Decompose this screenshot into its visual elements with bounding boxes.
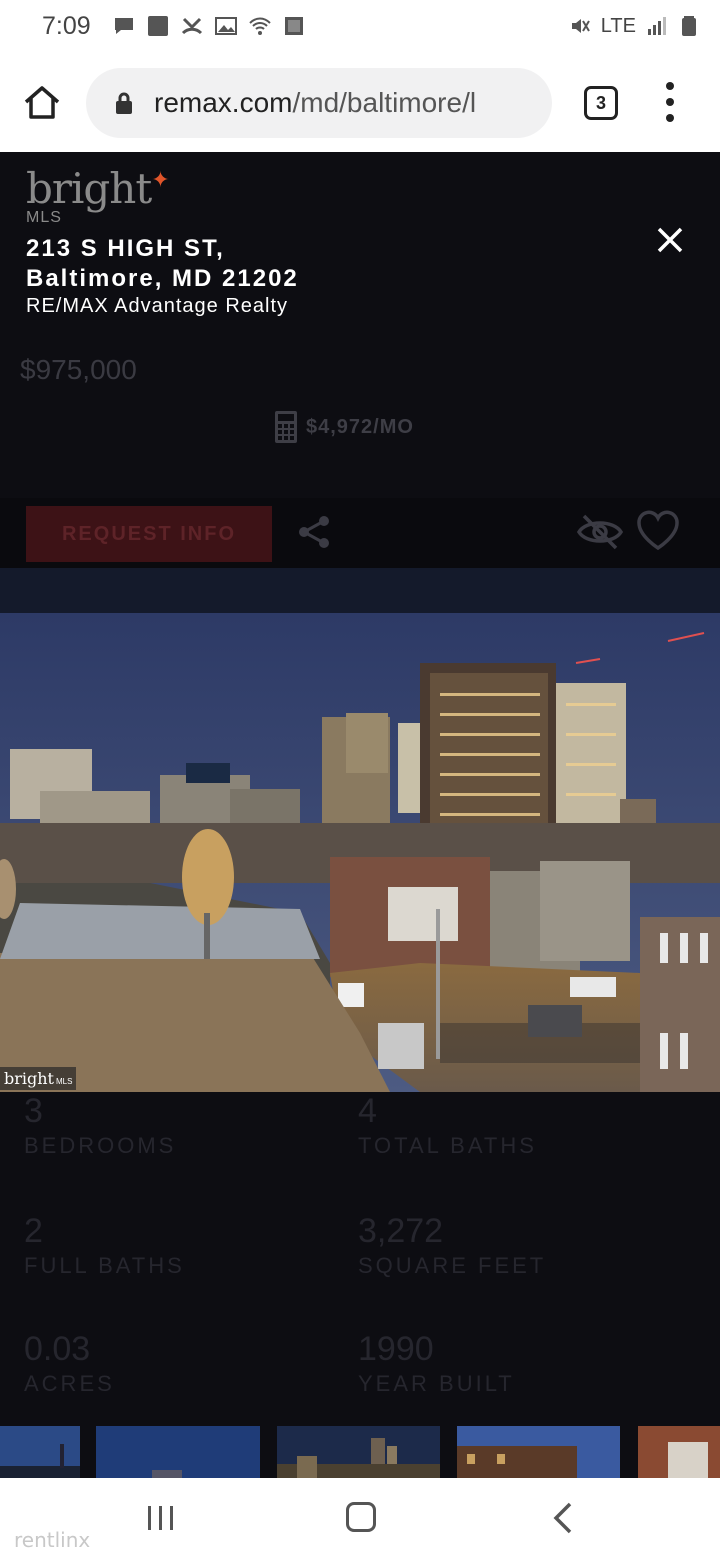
brand-star-icon: ✦: [151, 167, 170, 192]
system-nav-bar: rentlinx: [0, 1478, 720, 1560]
address-bar[interactable]: remax.com/md/baltimore/l: [86, 68, 552, 138]
brand-name: bright: [26, 164, 152, 213]
photo-watermark-sub: MLS: [55, 1077, 73, 1086]
url-path: /md/baltimore/l: [292, 87, 477, 118]
signal-icon: [648, 17, 666, 35]
network-type: LTE: [600, 14, 636, 37]
listing-photo[interactable]: bright MLS: [0, 613, 720, 1092]
photo-thumbnail[interactable]: [96, 1426, 260, 1478]
lock-icon: [116, 92, 132, 114]
battery-icon: [682, 16, 696, 36]
notification-icons: [113, 15, 305, 37]
stat-label: BEDROOMS: [24, 1133, 177, 1158]
stat-value: 4: [358, 1092, 377, 1130]
tab-count: 3: [595, 92, 606, 113]
stat-total-baths: 4 TOTAL BATHS: [358, 1092, 678, 1159]
photo-thumbnail-strip: [0, 1426, 720, 1478]
photo-watermark: bright MLS: [0, 1067, 77, 1090]
stat-label: ACRES: [24, 1371, 115, 1396]
recent-apps-icon[interactable]: [146, 1504, 176, 1532]
stat-label: SQUARE FEET: [358, 1253, 547, 1278]
photo-thumbnail[interactable]: [277, 1426, 440, 1478]
stat-value: 0.03: [24, 1330, 91, 1368]
bright-mls-logo: bright✦ MLS: [26, 164, 170, 227]
listing-price: $975,000: [20, 354, 137, 385]
photo-thumbnail[interactable]: [457, 1426, 620, 1478]
tab-switcher-button[interactable]: 3: [584, 86, 618, 120]
listing-address: 213 S HIGH ST, Baltimore, MD 21202: [26, 234, 299, 294]
city-skyline-photo: [0, 613, 720, 1092]
url-text: remax.com/md/baltimore/l: [154, 87, 476, 119]
status-bar: 7:09 LTE: [0, 0, 720, 52]
photo-thumbnail[interactable]: [0, 1426, 80, 1478]
home-icon[interactable]: [22, 84, 62, 120]
gallery-header-band: [0, 568, 720, 614]
stat-full-baths: 2 FULL BATHS: [24, 1212, 344, 1279]
stat-value: 1990: [358, 1330, 434, 1368]
screenshot-icon: [284, 17, 303, 35]
address-line-1: 213 S HIGH ST,: [26, 235, 225, 262]
home-nav-icon[interactable]: [346, 1502, 376, 1532]
stat-bedrooms: 3 BEDROOMS: [24, 1092, 344, 1159]
favorite-heart-icon[interactable]: [636, 510, 680, 552]
browser-toolbar: remax.com/md/baltimore/l 3: [0, 52, 720, 152]
url-domain: remax.com: [154, 87, 293, 118]
wifi-icon: [248, 17, 271, 35]
stat-year-built: 1990 YEAR BUILT: [358, 1330, 678, 1397]
stat-value: 2: [24, 1212, 43, 1250]
action-strip: REQUEST INFO: [0, 498, 720, 568]
missed-call-icon: [181, 17, 202, 35]
monthly-payment-value: $4,972/MO: [306, 415, 414, 438]
stat-label: YEAR BUILT: [358, 1371, 515, 1396]
stat-value: 3,272: [358, 1212, 444, 1250]
address-line-2: Baltimore, MD 21202: [26, 265, 299, 292]
monthly-payment[interactable]: $4,972/MO: [274, 410, 414, 444]
status-time: 7:09: [42, 11, 91, 40]
share-icon[interactable]: [296, 514, 332, 550]
image-icon: [214, 17, 237, 35]
hide-listing-icon[interactable]: [576, 512, 624, 552]
request-info-button[interactable]: REQUEST INFO: [26, 506, 272, 562]
listing-broker: RE/MAX Advantage Realty: [26, 295, 289, 317]
square-notification-icon: [147, 16, 168, 36]
photo-thumbnail[interactable]: [638, 1426, 720, 1478]
back-icon[interactable]: [552, 1502, 574, 1534]
browser-menu-button[interactable]: [660, 82, 680, 122]
photo-watermark-brand: bright: [4, 1069, 54, 1088]
mute-vibrate-icon: [571, 19, 590, 33]
stat-acres: 0.03 ACRES: [24, 1330, 344, 1397]
rentlinx-watermark: rentlinx: [14, 1528, 91, 1552]
stat-label: TOTAL BATHS: [358, 1133, 537, 1158]
close-icon[interactable]: [654, 224, 686, 256]
stat-label: FULL BATHS: [24, 1253, 185, 1278]
calculator-icon: [275, 411, 297, 443]
stat-square-feet: 3,272 SQUARE FEET: [358, 1212, 678, 1279]
status-right: LTE: [569, 15, 700, 38]
stat-value: 3: [24, 1092, 43, 1130]
message-icon: [114, 18, 133, 34]
